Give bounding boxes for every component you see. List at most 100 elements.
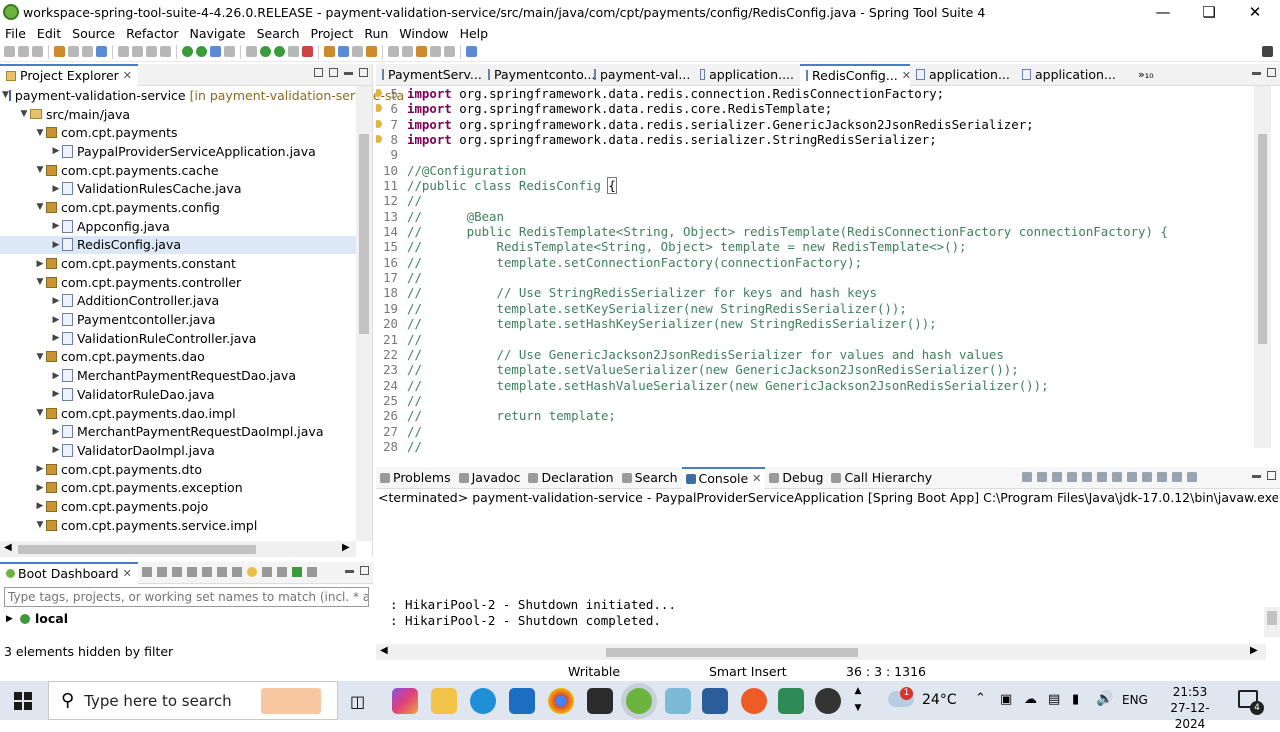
- chevron-right-icon[interactable]: ▶: [50, 389, 62, 399]
- remove-launch-icon[interactable]: [1037, 472, 1047, 482]
- minimize-icon[interactable]: [1252, 72, 1261, 75]
- boot-edit-icon[interactable]: [217, 567, 227, 577]
- forward-icon[interactable]: [444, 46, 455, 57]
- chevron-down-icon[interactable]: ▼: [34, 165, 46, 175]
- app-icon[interactable]: [778, 688, 804, 714]
- coverage-icon[interactable]: [274, 46, 285, 57]
- vscode-icon[interactable]: [702, 688, 728, 714]
- boot-run-icon[interactable]: [182, 46, 193, 57]
- tree-package-row[interactable]: ▼ com.cpt.payments.dao.impl: [0, 404, 356, 423]
- boot-start-icon[interactable]: [142, 567, 152, 577]
- console-stop-icon[interactable]: [1067, 472, 1077, 482]
- tree-package-row[interactable]: ▶ com.cpt.payments.dto: [0, 460, 356, 479]
- notepad-icon[interactable]: [665, 688, 691, 714]
- chevron-down-icon[interactable]: ▼: [34, 408, 46, 418]
- save-icon[interactable]: [18, 46, 29, 57]
- boot-menu-icon[interactable]: [262, 567, 272, 577]
- new-java-project-icon[interactable]: [324, 46, 335, 57]
- obs-icon[interactable]: [815, 688, 841, 714]
- editor-tab[interactable]: RedisConfig... ✕: [800, 63, 911, 86]
- minimize-button[interactable]: —: [1140, 0, 1186, 24]
- clock[interactable]: 21:53 27-12-2024: [1160, 684, 1220, 732]
- chevron-down-icon[interactable]: ▼: [18, 109, 30, 119]
- tree-file-row[interactable]: ▶ AdditionController.java: [0, 292, 356, 311]
- tree-package-row[interactable]: ▼ com.cpt.payments.cache: [0, 161, 356, 180]
- boot-filter-input[interactable]: [4, 587, 369, 607]
- chevron-right-icon[interactable]: ▶: [50, 240, 62, 250]
- tree-file-row[interactable]: ▶ ValidationRuleController.java: [0, 329, 356, 348]
- open-console-icon[interactable]: [1172, 472, 1182, 482]
- console-vscrollbar[interactable]: [1264, 607, 1280, 637]
- chevron-down-icon[interactable]: ▼: [34, 520, 46, 530]
- windows-start-icon[interactable]: [14, 692, 32, 710]
- file-explorer-icon[interactable]: [431, 688, 457, 714]
- console-hscrollbar[interactable]: ◀ ▶: [376, 644, 1266, 660]
- chevron-down-icon[interactable]: ▼: [34, 128, 46, 138]
- store-icon[interactable]: [587, 688, 613, 714]
- boot-stop-icon[interactable]: [172, 567, 182, 577]
- chrome-icon[interactable]: [548, 688, 574, 714]
- taskbar-search-box[interactable]: ⚲ Type here to search: [48, 681, 338, 720]
- tab-project-explorer[interactable]: Project Explorer ✕: [0, 63, 139, 86]
- chevron-right-icon[interactable]: ▶: [34, 259, 46, 269]
- taskbar-scroll-icon[interactable]: ▲ ▼: [852, 683, 864, 717]
- close-icon[interactable]: ✕: [123, 69, 132, 82]
- network-icon[interactable]: ▤: [1048, 692, 1060, 707]
- chevron-down-icon[interactable]: ▼: [34, 277, 46, 287]
- collapse-all-icon[interactable]: [314, 68, 323, 77]
- chevron-down-icon[interactable]: ▼: [34, 352, 46, 362]
- tab-debug[interactable]: Debug: [765, 467, 827, 489]
- tray-device-icon[interactable]: ▣: [1000, 692, 1012, 707]
- editor-vscroll-thumb[interactable]: [1258, 134, 1267, 344]
- chevron-right-icon[interactable]: ▶: [6, 614, 20, 624]
- tree-package-row[interactable]: ▼ com.cpt.payments.controller: [0, 273, 356, 292]
- maximize-icon[interactable]: [1267, 68, 1276, 77]
- explorer-hscrollbar[interactable]: ◀ ▶: [0, 541, 356, 557]
- stop-icon[interactable]: [302, 46, 313, 57]
- word-wrap-icon[interactable]: [1127, 472, 1137, 482]
- chevron-right-icon[interactable]: ▶: [34, 501, 46, 511]
- tab-console[interactable]: Console ✕: [681, 466, 766, 489]
- skip-breakpoints-icon[interactable]: [118, 46, 129, 57]
- boot-collapse-icon[interactable]: [307, 567, 317, 577]
- open-type-icon[interactable]: [54, 46, 65, 57]
- close-button[interactable]: ✕: [1232, 0, 1278, 24]
- outlook-icon[interactable]: [509, 688, 535, 714]
- menu-window[interactable]: Window: [394, 26, 454, 41]
- editor-tab[interactable]: PaymentServ...: [376, 64, 482, 86]
- close-icon[interactable]: ✕: [752, 472, 761, 485]
- boot-stop-icon[interactable]: [224, 46, 235, 57]
- pin-console-icon[interactable]: [1142, 472, 1152, 482]
- tab-problems[interactable]: Problems: [376, 467, 455, 489]
- volume-icon[interactable]: 🔊: [1096, 691, 1113, 707]
- minimize-icon[interactable]: [1252, 475, 1261, 478]
- editor-tab[interactable]: application...: [1016, 64, 1122, 86]
- last-edit-icon[interactable]: [416, 46, 427, 57]
- search-toolbar-icon[interactable]: [366, 46, 377, 57]
- display-console-icon[interactable]: [1157, 472, 1167, 482]
- chevron-right-icon[interactable]: ▶: [50, 371, 62, 381]
- suspend-icon[interactable]: [146, 46, 157, 57]
- console-hscroll-thumb[interactable]: [606, 648, 858, 657]
- terminate-icon[interactable]: [160, 46, 171, 57]
- boot-open-icon[interactable]: [187, 567, 197, 577]
- chevron-right-icon[interactable]: ▶: [50, 445, 62, 455]
- editor-tab[interactable]: application...: [910, 64, 1016, 86]
- toggle-mark-icon[interactable]: [96, 46, 107, 57]
- tree-package-row[interactable]: ▶ com.cpt.payments.exception: [0, 478, 356, 497]
- battery-icon[interactable]: ▮: [1072, 692, 1079, 707]
- undo-icon[interactable]: [68, 46, 79, 57]
- tree-file-row[interactable]: ▶ ValidationRulesCache.java: [0, 179, 356, 198]
- boot-console-icon[interactable]: [202, 567, 212, 577]
- boot-filter-icon[interactable]: [277, 567, 287, 577]
- restore-button[interactable]: ❏: [1186, 0, 1232, 24]
- chevron-down-icon[interactable]: ▼: [2, 90, 9, 100]
- tree-package-row[interactable]: ▶ com.cpt.payments.constant: [0, 254, 356, 273]
- debug-icon[interactable]: [246, 46, 257, 57]
- chevron-right-icon[interactable]: ▶: [34, 464, 46, 474]
- editor-vscrollbar[interactable]: [1254, 86, 1271, 448]
- language-indicator[interactable]: ENG: [1122, 693, 1148, 707]
- boot-debug-icon[interactable]: [196, 46, 207, 57]
- external-tools-icon[interactable]: [288, 46, 299, 57]
- maximize-icon[interactable]: [1267, 471, 1276, 480]
